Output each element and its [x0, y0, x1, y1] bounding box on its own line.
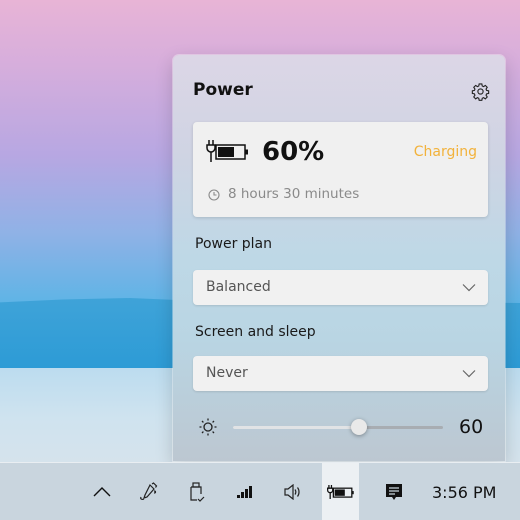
battery-charging-icon — [326, 485, 354, 499]
sun-icon — [199, 418, 217, 436]
battery-card: 60% Charging 8 hours 30 minutes — [193, 122, 488, 217]
show-hidden-icons-button[interactable] — [83, 463, 120, 520]
brightness-slider[interactable] — [233, 418, 443, 436]
screen-sleep-value: Never — [206, 365, 248, 381]
battery-tray-button[interactable] — [322, 463, 359, 520]
chevron-up-icon — [93, 487, 110, 497]
taskbar: 3:56 PM — [0, 462, 520, 520]
notification-icon — [385, 483, 402, 500]
clock-icon — [208, 189, 220, 201]
slider-fill — [233, 426, 359, 429]
speaker-icon — [283, 484, 300, 500]
power-plan-label: Power plan — [195, 236, 273, 252]
flyout-title: Power — [193, 80, 253, 100]
time-remaining: 8 hours 30 minutes — [228, 186, 360, 202]
action-center-button[interactable] — [375, 463, 412, 520]
power-plan-value: Balanced — [206, 279, 271, 295]
pen-icon — [139, 482, 157, 500]
screen-sleep-label: Screen and sleep — [195, 324, 316, 340]
volume-button[interactable] — [274, 463, 311, 520]
screen-sleep-dropdown[interactable]: Never — [193, 356, 488, 391]
power-plan-dropdown[interactable]: Balanced — [193, 270, 488, 305]
power-flyout: Power 60% Charging 8 hours 30 minutes Po… — [173, 55, 505, 461]
gear-icon — [471, 82, 489, 101]
taskbar-clock[interactable]: 3:56 PM — [432, 483, 496, 502]
charging-status: Charging — [413, 144, 477, 160]
chevron-down-icon — [462, 370, 476, 378]
safely-remove-hardware-button[interactable] — [178, 463, 215, 520]
usb-drive-icon — [189, 482, 204, 502]
battery-percent: 60% — [262, 137, 325, 167]
battery-charging-icon — [206, 140, 248, 162]
cellular-signal-icon — [236, 486, 252, 498]
settings-button[interactable] — [468, 79, 492, 103]
pen-workspace-button[interactable] — [130, 463, 167, 520]
network-button[interactable] — [226, 463, 263, 520]
brightness-value: 60 — [459, 416, 484, 438]
slider-thumb[interactable] — [351, 419, 367, 435]
chevron-down-icon — [462, 284, 476, 292]
